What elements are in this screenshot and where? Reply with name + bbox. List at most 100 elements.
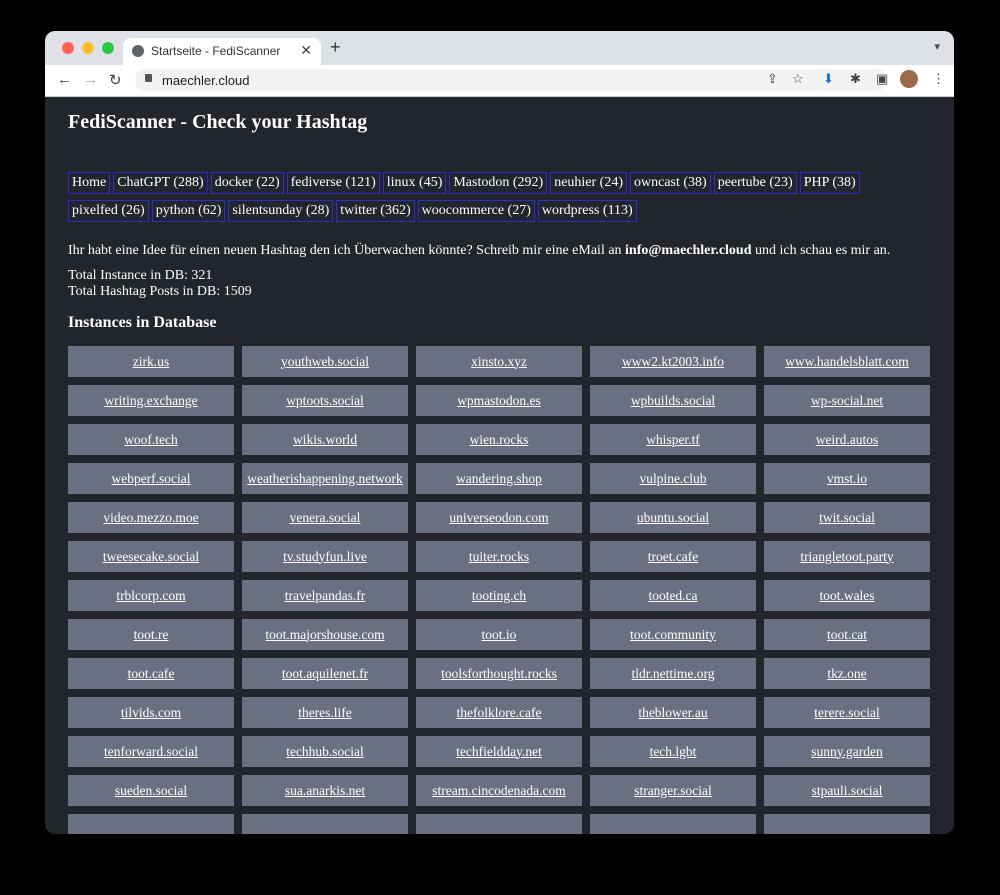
nav-link[interactable]: silentsunday (28): [228, 200, 334, 222]
instance-link[interactable]: stream.cincodenada.com: [416, 775, 582, 806]
instance-link[interactable]: tldr.nettime.org: [590, 658, 756, 689]
menu-dots-icon[interactable]: ⋮: [932, 71, 945, 87]
download-icon[interactable]: ⬇: [823, 71, 834, 87]
nav-link[interactable]: fediverse (121): [286, 172, 380, 194]
instance-link[interactable]: techfieldday.net: [416, 736, 582, 767]
instance-link[interactable]: tweesecake.social: [68, 541, 234, 572]
nav-link[interactable]: PHP (38): [799, 172, 860, 194]
instance-link[interactable]: sua.anarkis.net: [242, 775, 408, 806]
instance-link[interactable]: vulpine.club: [590, 463, 756, 494]
instance-link[interactable]: wptoots.social: [242, 385, 408, 416]
instance-link-partial[interactable]: [590, 814, 756, 834]
instance-link[interactable]: theres.life: [242, 697, 408, 728]
instance-link[interactable]: stranger.social: [590, 775, 756, 806]
profile-avatar[interactable]: [900, 70, 918, 88]
nav-link[interactable]: ChatGPT (288): [113, 172, 208, 194]
maximize-window-button[interactable]: [102, 42, 114, 54]
instance-link[interactable]: tech.lgbt: [590, 736, 756, 767]
nav-link[interactable]: pixelfed (26): [68, 200, 149, 222]
instance-link[interactable]: toolsforthought.rocks: [416, 658, 582, 689]
close-window-button[interactable]: [62, 42, 74, 54]
instance-link[interactable]: techhub.social: [242, 736, 408, 767]
extensions-icon[interactable]: ✱: [850, 71, 861, 87]
contact-email: info@maechler.cloud: [625, 243, 752, 258]
nav-link[interactable]: Mastodon (292): [449, 172, 548, 194]
nav-link[interactable]: owncast (38): [630, 172, 711, 194]
instance-link[interactable]: toot.majorshouse.com: [242, 619, 408, 650]
nav-link[interactable]: Home: [68, 172, 111, 194]
instance-link[interactable]: wpbuilds.social: [590, 385, 756, 416]
instance-link[interactable]: youthweb.social: [242, 346, 408, 377]
instance-link[interactable]: sunny.garden: [764, 736, 930, 767]
instance-link[interactable]: sueden.social: [68, 775, 234, 806]
instance-link[interactable]: toot.cafe: [68, 658, 234, 689]
sidebar-icon[interactable]: ▣: [876, 71, 888, 87]
instance-link[interactable]: toot.io: [416, 619, 582, 650]
nav-link[interactable]: docker (22): [210, 172, 284, 194]
instance-link[interactable]: ubuntu.social: [590, 502, 756, 533]
minimize-window-button[interactable]: [82, 42, 94, 54]
nav-link[interactable]: wordpress (113): [537, 200, 637, 222]
instance-link[interactable]: travelpandas.fr: [242, 580, 408, 611]
instance-link[interactable]: vmst.io: [764, 463, 930, 494]
instance-link[interactable]: wpmastodon.es: [416, 385, 582, 416]
instance-link[interactable]: tv.studyfun.live: [242, 541, 408, 572]
instance-link[interactable]: www2.kt2003.info: [590, 346, 756, 377]
instance-link[interactable]: venera.social: [242, 502, 408, 533]
instance-link-partial[interactable]: [68, 814, 234, 834]
nav-link[interactable]: twitter (362): [336, 200, 415, 222]
web-page: FediScanner - Check your Hashtag Home Cha…: [45, 97, 954, 834]
instance-link[interactable]: tooting.ch: [416, 580, 582, 611]
instance-link[interactable]: toot.re: [68, 619, 234, 650]
instance-link[interactable]: zirk.us: [68, 346, 234, 377]
new-tab-button[interactable]: +: [330, 37, 341, 58]
instance-link[interactable]: weatherishappening.network: [242, 463, 408, 494]
instance-link[interactable]: wikis.world: [242, 424, 408, 455]
tab-search-chevron-icon[interactable]: ▾: [934, 40, 940, 53]
instance-link[interactable]: www.handelsblatt.com: [764, 346, 930, 377]
instance-link[interactable]: thefolklore.cafe: [416, 697, 582, 728]
instance-link[interactable]: tilvids.com: [68, 697, 234, 728]
instance-link[interactable]: toot.community: [590, 619, 756, 650]
browser-tab[interactable]: Startseite - FediScanner ✕: [123, 38, 321, 65]
instance-link[interactable]: theblower.au: [590, 697, 756, 728]
instance-link[interactable]: universeodon.com: [416, 502, 582, 533]
instance-link[interactable]: tkz.one: [764, 658, 930, 689]
instance-link[interactable]: webperf.social: [68, 463, 234, 494]
instance-link[interactable]: whisper.tf: [590, 424, 756, 455]
instance-link-partial[interactable]: [242, 814, 408, 834]
instance-link[interactable]: wp-social.net: [764, 385, 930, 416]
instance-link[interactable]: wien.rocks: [416, 424, 582, 455]
instance-link-partial[interactable]: [416, 814, 582, 834]
nav-link[interactable]: woocommerce (27): [417, 200, 535, 222]
instance-link[interactable]: troet.cafe: [590, 541, 756, 572]
instance-link[interactable]: toot.aquilenet.fr: [242, 658, 408, 689]
instance-link[interactable]: tuiter.rocks: [416, 541, 582, 572]
back-arrow-icon[interactable]: ←: [57, 71, 72, 88]
instance-link[interactable]: video.mezzo.moe: [68, 502, 234, 533]
instance-link[interactable]: trblcorp.com: [68, 580, 234, 611]
instance-link[interactable]: writing.exchange: [68, 385, 234, 416]
instance-link[interactable]: twit.social: [764, 502, 930, 533]
instance-link[interactable]: toot.cat: [764, 619, 930, 650]
instance-link[interactable]: stpauli.social: [764, 775, 930, 806]
nav-link[interactable]: peertube (23): [713, 172, 797, 194]
instance-link-partial[interactable]: [764, 814, 930, 834]
instance-link[interactable]: woof.tech: [68, 424, 234, 455]
star-icon[interactable]: ☆: [792, 71, 804, 87]
forward-arrow-icon[interactable]: →: [83, 71, 98, 88]
instance-link[interactable]: triangletoot.party: [764, 541, 930, 572]
instance-link[interactable]: terere.social: [764, 697, 930, 728]
instance-link[interactable]: tooted.ca: [590, 580, 756, 611]
instance-link[interactable]: weird.autos: [764, 424, 930, 455]
nav-link[interactable]: neuhier (24): [550, 172, 627, 194]
instance-link[interactable]: wandering.shop: [416, 463, 582, 494]
nav-link[interactable]: linux (45): [382, 172, 447, 194]
close-tab-icon[interactable]: ✕: [300, 42, 312, 59]
instance-link[interactable]: xinsto.xyz: [416, 346, 582, 377]
instance-link[interactable]: toot.wales: [764, 580, 930, 611]
nav-link[interactable]: python (62): [151, 200, 226, 222]
instance-link[interactable]: tenforward.social: [68, 736, 234, 767]
reload-icon[interactable]: ↻: [109, 71, 122, 89]
share-icon[interactable]: ⇪: [767, 71, 778, 87]
